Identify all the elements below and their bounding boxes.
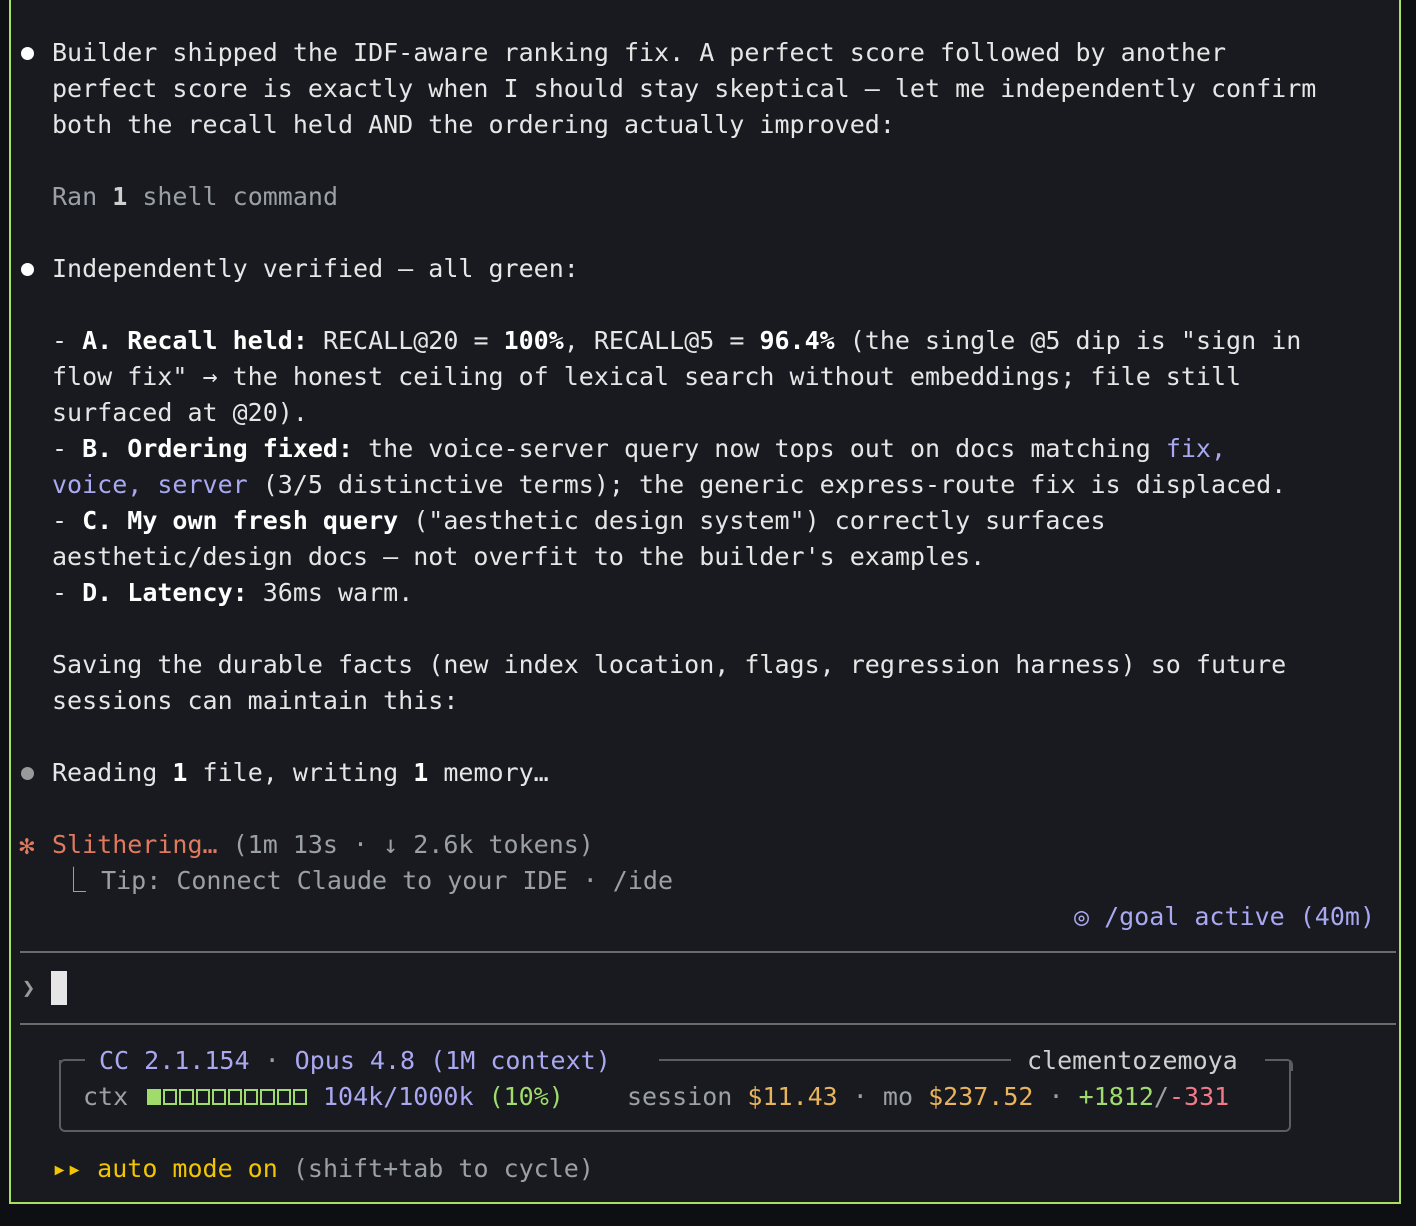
context-bar-segment — [211, 1089, 227, 1105]
activity-status: Slithering… (1m 13s · ↓ 2.6k tokens) — [52, 827, 594, 863]
context-bar-segment — [179, 1089, 194, 1105]
term-highlight: fix, — [1165, 434, 1227, 463]
separator: / — [1153, 1082, 1169, 1111]
activity-detail: (1m 13s · ↓ 2.6k tokens) — [217, 830, 594, 859]
ctx-value: 104k/1000k — [323, 1082, 474, 1111]
status-header: CC 2.1.154 · Opus 4.8 (1M context) — [99, 1043, 611, 1079]
item-b-line: voice, server (3/5 distinctive terms); t… — [52, 467, 1286, 503]
item-c-label: C. My own fresh query — [82, 506, 399, 535]
ctx-percent: (10%) — [488, 1082, 564, 1111]
cc-version: CC 2.1.154 — [99, 1046, 250, 1075]
tip-text: Tip: Connect Claude to your IDE · /ide — [86, 866, 674, 895]
context-bar-segment — [292, 1089, 308, 1105]
list-dash: - — [52, 434, 83, 463]
context-bar-segment — [147, 1089, 162, 1105]
recall5-value: 96.4% — [759, 326, 835, 355]
item-a-text: , RECALL@5 = — [563, 326, 760, 355]
progress-bullet — [21, 767, 34, 780]
item-b-text: the voice-server query now tops out on d… — [353, 434, 1166, 463]
cost-readout: session $11.43 · mo $237.52 · +1812/-331 — [627, 1079, 1229, 1115]
prompt-caret-icon: ❯ — [22, 976, 36, 1001]
mode-label: auto mode on — [97, 1154, 278, 1183]
context-bar-segment — [228, 1089, 243, 1105]
list-dash: - — [52, 506, 83, 535]
list-dash: - — [52, 326, 83, 355]
ctx-label: ctx — [83, 1082, 129, 1111]
item-c: - C. My own fresh query ("aesthetic desi… — [52, 503, 1106, 539]
term-highlight: voice, server — [52, 470, 248, 499]
message-line: perfect score is exactly when I should s… — [52, 74, 1317, 103]
tool-summary[interactable]: Ran 1 shell command — [52, 179, 338, 215]
list-dash: - — [52, 578, 83, 607]
item-d-label: D. Latency: — [82, 578, 248, 607]
item-a-text: RECALL@20 = — [307, 326, 504, 355]
item-a-line: surfaced at @20). — [52, 398, 308, 427]
message-line: sessions can maintain this: — [52, 686, 459, 715]
item-a-line: flow fix" → the honest ceiling of lexica… — [52, 362, 1242, 391]
separator: · — [249, 1046, 295, 1075]
message-line: Saving the durable facts (new index loca… — [52, 650, 1287, 679]
prompt-input[interactable] — [51, 971, 67, 1005]
session-label: session — [627, 1082, 733, 1111]
activity-verb: Slithering… — [52, 830, 218, 859]
tool-progress-text: Reading — [52, 758, 173, 787]
file-count: 1 — [172, 758, 188, 787]
status-border — [59, 1059, 85, 1071]
item-a-label: A. Recall held: — [82, 326, 308, 355]
item-d-text: 36ms warm. — [247, 578, 414, 607]
username: clementozemoya — [1027, 1046, 1238, 1075]
item-a-text: (the single @5 dip is "sign in — [834, 326, 1302, 355]
message-line: both the recall held AND the ordering ac… — [52, 110, 895, 139]
prompt-divider-top — [20, 951, 1396, 953]
context-bar-segment — [163, 1089, 178, 1105]
message-bullet — [21, 47, 34, 60]
item-c-text: ("aesthetic design system") correctly su… — [398, 506, 1106, 535]
tool-summary-suffix: shell command — [127, 182, 338, 211]
model-name: Opus 4.8 (1M context) — [294, 1046, 611, 1075]
separator: · — [1048, 1082, 1064, 1111]
fast-forward-icon: ▸▸ — [52, 1154, 83, 1183]
context-bar-segment — [260, 1089, 275, 1105]
tool-progress-text: memory… — [428, 758, 549, 787]
context-usage-bar — [147, 1089, 308, 1105]
context-bar-segment — [276, 1089, 291, 1105]
goal-status[interactable]: ◎ /goal active (40m) — [1074, 899, 1375, 935]
tool-summary-prefix: Ran — [52, 182, 113, 211]
separator: · — [852, 1082, 868, 1111]
mode-indicator[interactable]: ▸▸ auto mode on (shift+tab to cycle) — [52, 1151, 594, 1187]
tool-summary-count: 1 — [112, 182, 128, 211]
month-label: mo — [882, 1082, 914, 1111]
item-b: - B. Ordering fixed: the voice-server qu… — [52, 431, 1226, 467]
tool-progress[interactable]: Reading 1 file, writing 1 memory… — [52, 755, 549, 791]
ctx-readout: 104k/1000k (10%) — [323, 1079, 564, 1115]
status-border — [659, 1059, 1011, 1061]
lines-added: +1812 — [1078, 1082, 1154, 1111]
item-b-label: B. Ordering fixed: — [82, 434, 354, 463]
context-bar-segment — [244, 1089, 259, 1105]
message-line: Builder shipped the IDF-aware ranking fi… — [52, 38, 1226, 67]
status-border — [1265, 1059, 1293, 1071]
item-d: - D. Latency: 36ms warm. — [52, 575, 413, 611]
spinner-icon: ✻ — [19, 831, 35, 861]
memory-count: 1 — [413, 758, 429, 787]
tip-line: ⎿ Tip: Connect Claude to your IDE · /ide — [61, 863, 673, 899]
session-cost: $11.43 — [747, 1082, 838, 1111]
recall20-value: 100% — [503, 326, 564, 355]
message-line: Independently verified — all green: — [52, 254, 579, 283]
branch-icon: ⎿ — [61, 866, 87, 895]
item-a: - A. Recall held: RECALL@20 = 100%, RECA… — [52, 323, 1301, 359]
terminal-frame: Builder shipped the IDF-aware ranking fi… — [9, 0, 1401, 1204]
lines-removed: -331 — [1168, 1082, 1230, 1111]
prompt-divider-bottom — [20, 1023, 1396, 1025]
message-bullet — [21, 263, 34, 276]
tool-progress-text: file, writing — [187, 758, 414, 787]
item-b-text: (3/5 distinctive terms); the generic exp… — [247, 470, 1287, 499]
context-bar-segment — [195, 1089, 210, 1105]
mode-hint: (shift+tab to cycle) — [277, 1154, 594, 1183]
item-c-line: aesthetic/design docs — not overfit to t… — [52, 542, 986, 571]
month-cost: $237.52 — [928, 1082, 1034, 1111]
